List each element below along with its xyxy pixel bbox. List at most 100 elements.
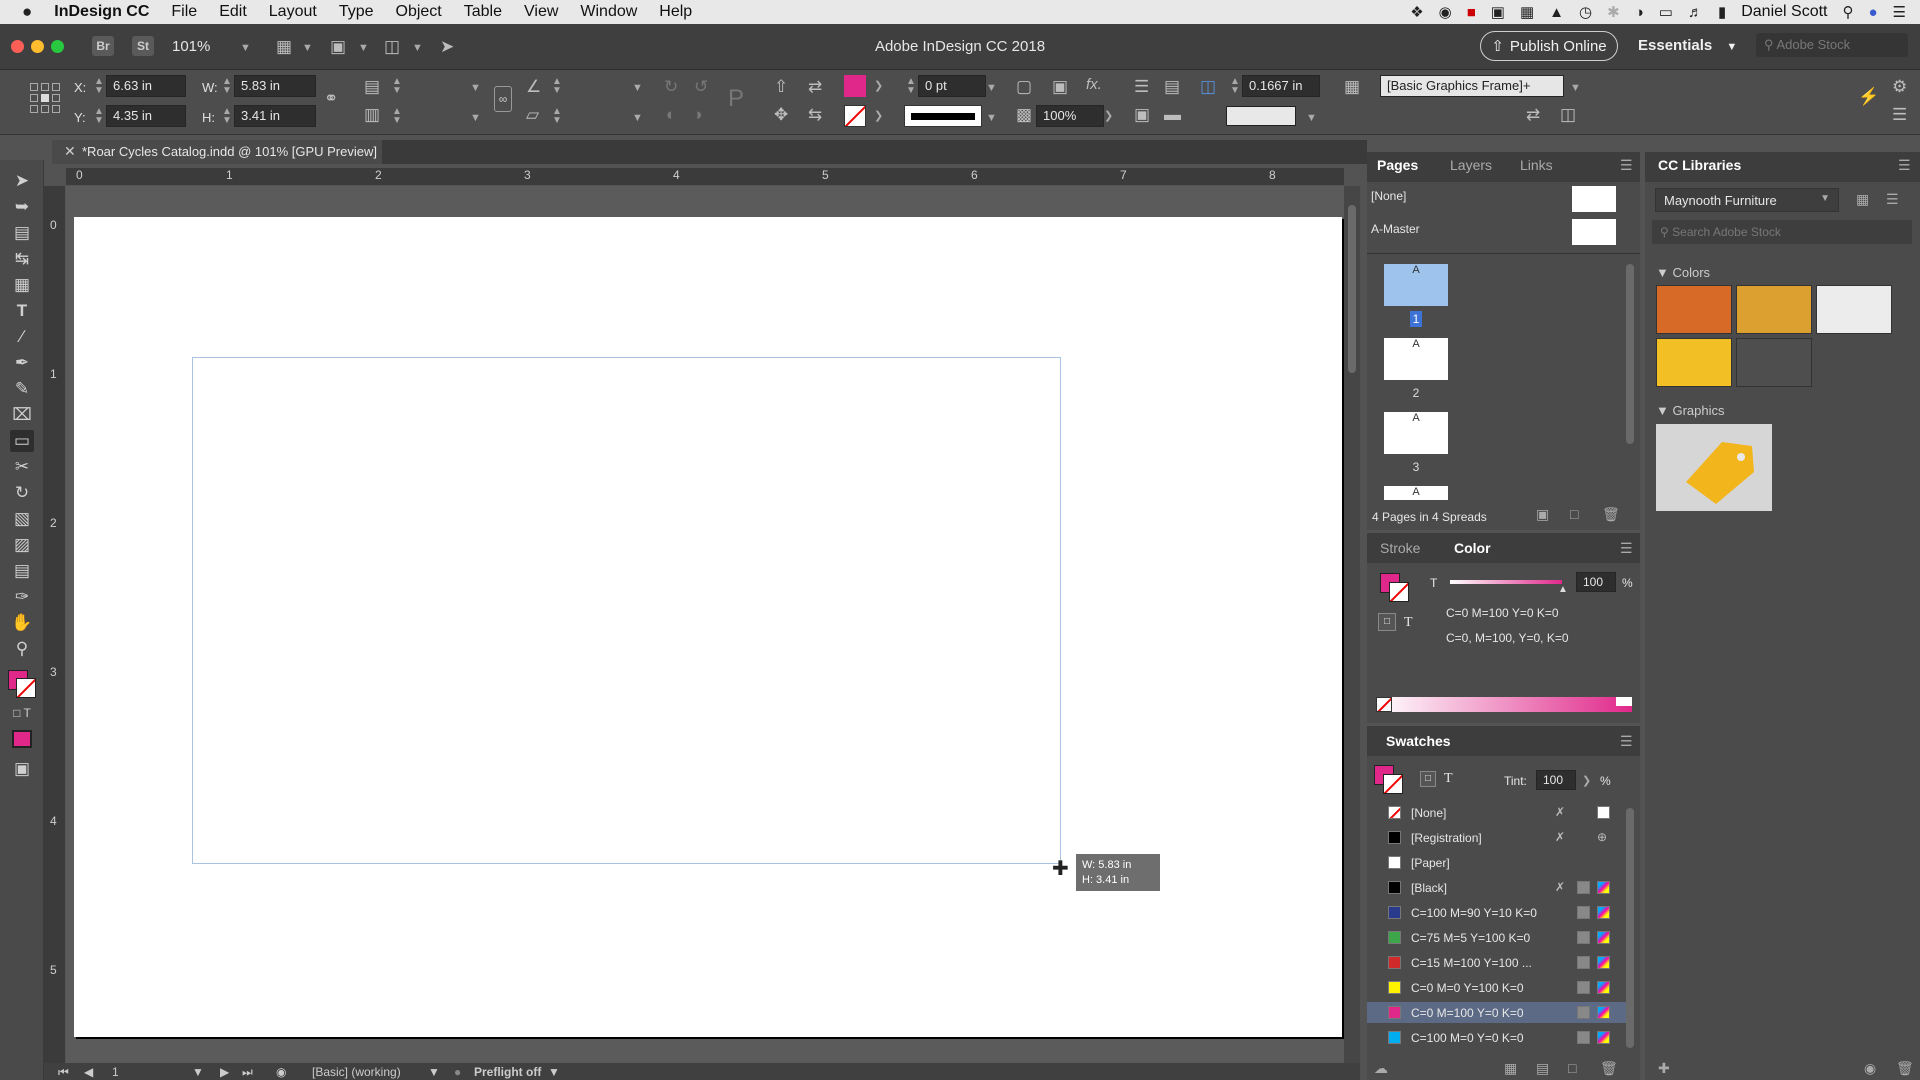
reference-point-locator[interactable] (30, 83, 60, 113)
rectangle-frame-preview[interactable] (192, 357, 1061, 864)
menu-window[interactable]: Window (569, 3, 648, 21)
flip-horizontal-icon[interactable]: ◖ (664, 104, 674, 126)
vertical-scrollbar-thumb[interactable] (1348, 205, 1356, 373)
swatch-row[interactable]: [Paper] (1367, 852, 1631, 873)
text-wrap-bounding-icon[interactable]: ▤ (1164, 76, 1180, 98)
color-panel-menu-icon[interactable]: ☰ (1620, 540, 1633, 557)
app-status-icon[interactable]: ■ (1467, 4, 1476, 21)
bluetooth-icon[interactable]: ✱ (1607, 3, 1620, 21)
corner-shape-dropdown-icon[interactable]: ▼ (1306, 112, 1317, 124)
swatch-row[interactable]: [Black] ✗ (1367, 877, 1631, 898)
fill-swatch[interactable] (844, 75, 866, 97)
new-page-icon[interactable]: □ (1570, 506, 1578, 522)
siri-icon[interactable]: ● (1868, 4, 1877, 21)
swatches-container-icon[interactable]: □ (1420, 771, 1436, 787)
flip-vertical-icon[interactable]: ◗ (694, 104, 704, 126)
drop-shadow-icon[interactable]: ▣ (1052, 76, 1068, 98)
swatches-title[interactable]: Swatches (1386, 733, 1451, 749)
close-tab-icon[interactable]: ✕ (64, 143, 76, 160)
select-content-icon[interactable]: ✥ (774, 104, 788, 126)
width-field[interactable]: 5.83 in (234, 75, 316, 97)
select-container-icon[interactable]: ⇧ (774, 76, 788, 98)
airplay-icon[interactable]: ▭ (1659, 3, 1673, 21)
adobe-stock-search[interactable]: ⚲ Adobe Stock (1756, 33, 1908, 57)
scale-x-stepper[interactable]: ▲ ▼ (392, 77, 402, 96)
menu-help[interactable]: Help (648, 3, 703, 21)
rotation-stepper[interactable]: ▲ ▼ (552, 77, 562, 96)
preflight-status[interactable]: Preflight off (474, 1065, 541, 1079)
fill-stroke-indicator[interactable] (8, 670, 36, 698)
scale-y-dropdown-icon[interactable]: ▼ (470, 112, 481, 124)
fill-arrow-icon[interactable]: ❯ (874, 79, 883, 92)
spotlight-search-icon[interactable]: ⚲ (1842, 3, 1853, 21)
new-swatch-icon[interactable]: □ (1568, 1060, 1576, 1076)
formatting-affects-container-icon[interactable]: □ T (10, 702, 34, 724)
opacity-arrow-icon[interactable]: ❯ (1104, 109, 1113, 122)
tint-field[interactable]: 100 (1576, 572, 1616, 592)
gradient-feather-tool-icon[interactable]: ▨ (10, 534, 34, 556)
library-color-swatch[interactable] (1816, 285, 1892, 334)
cc-libraries-menu-icon[interactable]: ☰ (1898, 157, 1911, 174)
delete-page-icon[interactable]: 🗑 (1602, 506, 1620, 523)
rotate-tool-icon[interactable]: ↻ (10, 482, 34, 504)
tab-links[interactable]: Links (1520, 157, 1553, 173)
tint-slider-handle[interactable]: ▲ (1558, 584, 1568, 595)
shear-stepper[interactable]: ▲ ▼ (552, 107, 562, 126)
swatch-row[interactable]: [Registration] ✗ ⊕ (1367, 827, 1631, 848)
stroke-corner-icon[interactable]: ▢ (1016, 76, 1032, 98)
library-color-swatch[interactable] (1736, 285, 1812, 334)
menu-view[interactable]: View (513, 3, 569, 21)
swatch-row[interactable]: C=100 M=0 Y=0 K=0 (1367, 1027, 1631, 1048)
swatch-row[interactable]: C=75 M=5 Y=100 K=0 (1367, 927, 1631, 948)
page-thumbnail-3[interactable]: A (1384, 412, 1448, 454)
master-none[interactable]: [None] (1371, 189, 1406, 203)
battery-icon[interactable]: ▮ (1718, 3, 1726, 21)
line-tool-icon[interactable]: ∕ (10, 326, 34, 348)
h-stepper[interactable]: ▲ ▼ (222, 107, 232, 126)
x-stepper[interactable]: ▲ ▼ (94, 77, 104, 96)
grid-icon[interactable]: ▦ (1520, 3, 1534, 21)
gradient-swatch-tool-icon[interactable]: ▧ (10, 508, 34, 530)
delete-library-item-icon[interactable]: 🗑 (1896, 1060, 1914, 1077)
object-style-field[interactable]: [Basic Graphics Frame]+ (1380, 75, 1564, 97)
select-next-icon[interactable]: ⇆ (808, 104, 822, 126)
constrain-proportions-icon[interactable]: ⚭ (324, 88, 338, 110)
previous-page-icon[interactable]: ◀ (84, 1065, 93, 1079)
last-page-icon[interactable]: ⏭ (242, 1065, 253, 1080)
stroke-swatch[interactable] (844, 105, 866, 127)
page-thumbnail-4[interactable]: A (1384, 486, 1448, 500)
page-size-icon[interactable]: ▣ (1536, 506, 1549, 523)
time-machine-icon[interactable]: ◷ (1579, 3, 1592, 21)
cc-libraries-title[interactable]: CC Libraries (1658, 157, 1741, 173)
library-search-input[interactable]: ⚲ Search Adobe Stock (1652, 220, 1912, 244)
corner-size-field[interactable]: 0.1667 in (1242, 75, 1320, 97)
menu-table[interactable]: Table (453, 3, 513, 21)
tint-slider[interactable] (1450, 580, 1562, 584)
effects-fx-icon[interactable]: fx. (1086, 76, 1102, 93)
creative-cloud-sync-icon[interactable]: ◉ (1864, 1060, 1876, 1077)
corner-options-icon[interactable]: ◫ (1200, 76, 1216, 98)
hand-tool-icon[interactable]: ✋ (10, 612, 34, 634)
menu-object[interactable]: Object (385, 3, 453, 21)
pencil-tool-icon[interactable]: ✎ (10, 378, 34, 400)
shield-icon[interactable]: ▲ (1549, 4, 1564, 21)
new-color-group-icon[interactable]: ▤ (1536, 1060, 1549, 1077)
apple-icon[interactable]: ● (0, 2, 43, 22)
x-position-field[interactable]: 6.63 in (106, 75, 186, 97)
frame-fitting-icon[interactable]: ◫ (1560, 104, 1576, 126)
page-thumbnail-2[interactable]: A (1384, 338, 1448, 380)
swatches-scrollbar[interactable] (1626, 808, 1634, 1048)
grid-view-icon[interactable]: ▦ (1856, 191, 1869, 208)
list-view-icon[interactable]: ☰ (1886, 191, 1899, 208)
opacity-field[interactable]: 100% (1036, 105, 1104, 127)
style-dropdown-icon[interactable]: ▼ (428, 1065, 440, 1079)
tab-color[interactable]: Color (1454, 540, 1491, 556)
pen-tool-icon[interactable]: ✒ (10, 352, 34, 374)
colors-heading[interactable]: ▼ Colors (1656, 265, 1710, 280)
scale-x-dropdown-icon[interactable]: ▼ (470, 82, 481, 94)
next-page-icon[interactable]: ▶ (220, 1065, 229, 1079)
note-tool-icon[interactable]: ▤ (10, 560, 34, 582)
creative-cloud-icon[interactable]: ◉ (1439, 3, 1452, 21)
master-a[interactable]: A-Master (1371, 222, 1420, 236)
dropbox-icon[interactable]: ❖ (1410, 3, 1423, 21)
